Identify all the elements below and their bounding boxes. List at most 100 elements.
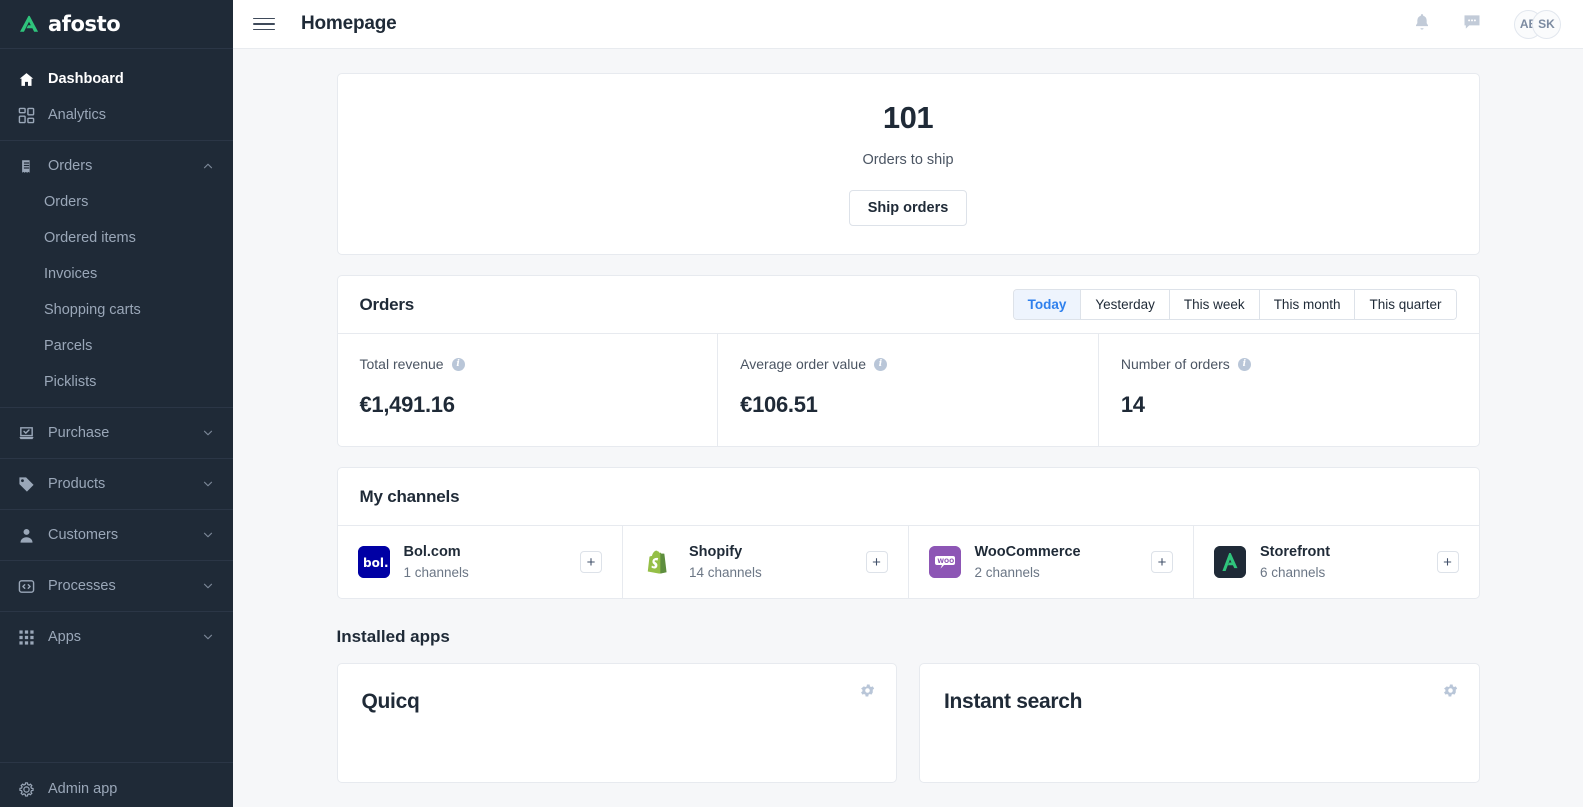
sidebar-item-analytics[interactable]: Analytics (0, 97, 233, 133)
sidebar-item-picklists[interactable]: Picklists (0, 364, 233, 400)
sidebar-item-ordered-items[interactable]: Ordered items (0, 220, 233, 256)
channel-woocommerce[interactable]: WOO WooCommerce 2 channels + (907, 526, 1194, 598)
stat-label: Number of orders i (1121, 356, 1457, 372)
channel-name: Bol.com (403, 544, 461, 560)
sidebar-group-apps[interactable]: Apps (0, 619, 233, 655)
bol-logo-icon: bol. (357, 546, 390, 578)
sidebar-item-shopping-carts[interactable]: Shopping carts (0, 292, 233, 328)
info-icon[interactable]: i (1237, 357, 1251, 371)
stat-label-text: Number of orders (1120, 356, 1230, 372)
chevron-down-icon (201, 426, 215, 440)
brand-name: afosto (48, 12, 121, 36)
chevron-up-icon (201, 159, 215, 173)
channels-row: bol. Bol.com 1 channels + Shopify 14 cha… (338, 526, 1479, 598)
channel-name: Shopify (689, 544, 743, 560)
sidebar-subitem-label: Orders (44, 194, 89, 210)
sidebar-item-admin-app[interactable]: Admin app (0, 771, 233, 807)
filter-yesterday[interactable]: Yesterday (1080, 290, 1169, 319)
sidebar-divider (0, 560, 233, 561)
sidebar-group-customers[interactable]: Customers (0, 517, 233, 553)
app-card-instant-search[interactable]: Instant search (919, 663, 1480, 783)
channel-storefront[interactable]: Storefront 6 channels + (1193, 526, 1479, 598)
bell-icon[interactable] (1412, 12, 1432, 37)
orders-section-title: Orders (359, 294, 415, 314)
purchase-icon (18, 425, 35, 442)
svg-text:WOO: WOO (937, 558, 954, 565)
orders-to-ship-label: Orders to ship (862, 152, 954, 168)
stat-total-revenue: Total revenue i €1,491.16 (338, 334, 718, 446)
channel-text: WooCommerce 2 channels (975, 544, 1138, 580)
topbar-actions: AB SK (1412, 9, 1561, 39)
filter-this-month[interactable]: This month (1258, 290, 1355, 319)
stat-label: Average order value i (740, 356, 1076, 372)
sidebar-item-label: Dashboard (48, 71, 124, 87)
app-name: Quicq (361, 690, 420, 713)
sidebar: afosto Dashboard Analytics Orders Orders… (0, 0, 233, 807)
sidebar-group-label: Products (48, 476, 106, 492)
sidebar-group-processes[interactable]: Processes (0, 568, 233, 604)
gear-icon[interactable] (1442, 682, 1459, 699)
sidebar-group-products[interactable]: Products (0, 466, 233, 502)
stat-label: Total revenue i (360, 356, 696, 372)
sidebar-group-orders[interactable]: Orders (0, 148, 233, 184)
grid-icon (18, 629, 35, 646)
hamburger-icon[interactable] (253, 13, 275, 35)
stat-value: 14 (1120, 392, 1145, 417)
my-channels-card: My channels bol. Bol.com 1 channels + Sh… (336, 467, 1480, 599)
receipt-icon (18, 158, 35, 175)
channel-name: Storefront (1260, 544, 1331, 560)
filter-this-week[interactable]: This week (1168, 290, 1259, 319)
brand-logo[interactable]: afosto (0, 0, 233, 49)
sidebar-divider (0, 140, 233, 141)
stat-average-order-value: Average order value i €106.51 (717, 334, 1098, 446)
orders-stats-card: Orders Today Yesterday This week This mo… (336, 275, 1480, 447)
tag-icon (18, 476, 35, 493)
orders-card-header: Orders Today Yesterday This week This mo… (337, 276, 1479, 334)
chevron-down-icon (201, 528, 215, 542)
sidebar-subitem-label: Picklists (44, 374, 97, 390)
app-card-quicq[interactable]: Quicq (336, 663, 897, 783)
channel-text: Storefront 6 channels (1260, 544, 1423, 580)
gear-icon (18, 781, 35, 798)
channels-card-header: My channels (337, 468, 1479, 526)
gear-icon[interactable] (859, 682, 876, 699)
afosto-logo-icon (18, 13, 40, 35)
channel-count: 2 channels (974, 565, 1040, 580)
add-channel-button[interactable]: + (580, 551, 602, 573)
chevron-down-icon (201, 579, 215, 593)
stat-value: €106.51 (740, 392, 818, 417)
sidebar-subitem-label: Shopping carts (44, 302, 141, 318)
shopify-logo-icon (643, 546, 675, 578)
info-icon[interactable]: i (451, 357, 465, 371)
sidebar-item-dashboard[interactable]: Dashboard (0, 61, 233, 97)
add-channel-button[interactable]: + (1436, 551, 1459, 573)
channel-bol-com[interactable]: bol. Bol.com 1 channels + (338, 526, 623, 598)
sidebar-group-label: Processes (48, 578, 116, 594)
sidebar-group-purchase[interactable]: Purchase (0, 415, 233, 451)
ship-orders-button[interactable]: Ship orders (848, 190, 968, 226)
orders-to-ship-card: 101 Orders to ship Ship orders (336, 73, 1480, 255)
add-channel-button[interactable]: + (1151, 551, 1173, 573)
add-channel-button[interactable]: + (865, 551, 888, 573)
orders-stats-row: Total revenue i €1,491.16 Average order … (338, 334, 1479, 446)
main-area: Homepage AB SK 101 Orders to ship Ship o… (233, 0, 1583, 807)
filter-today[interactable]: Today (1013, 290, 1081, 319)
avatar[interactable]: SK (1532, 9, 1561, 39)
sidebar-item-parcels[interactable]: Parcels (0, 328, 233, 364)
stat-label-text: Total revenue (359, 356, 444, 372)
sidebar-divider (0, 611, 233, 612)
code-icon (18, 578, 35, 595)
user-icon (18, 527, 35, 544)
sidebar-item-orders[interactable]: Orders (0, 184, 233, 220)
chat-icon[interactable] (1462, 12, 1482, 37)
stat-number-of-orders: Number of orders i 14 (1097, 334, 1479, 446)
channel-shopify[interactable]: Shopify 14 channels + (622, 526, 908, 598)
info-icon[interactable]: i (874, 357, 887, 371)
page-content: 101 Orders to ship Ship orders Orders To… (233, 49, 1583, 807)
sidebar-item-invoices[interactable]: Invoices (0, 256, 233, 292)
sidebar-group-label: Orders (48, 158, 93, 174)
sidebar-orders-children: Orders Ordered items Invoices Shopping c… (0, 184, 233, 400)
channel-name: WooCommerce (974, 544, 1081, 560)
filter-this-quarter[interactable]: This quarter (1354, 290, 1456, 319)
sidebar-footer: Admin app (0, 762, 233, 807)
